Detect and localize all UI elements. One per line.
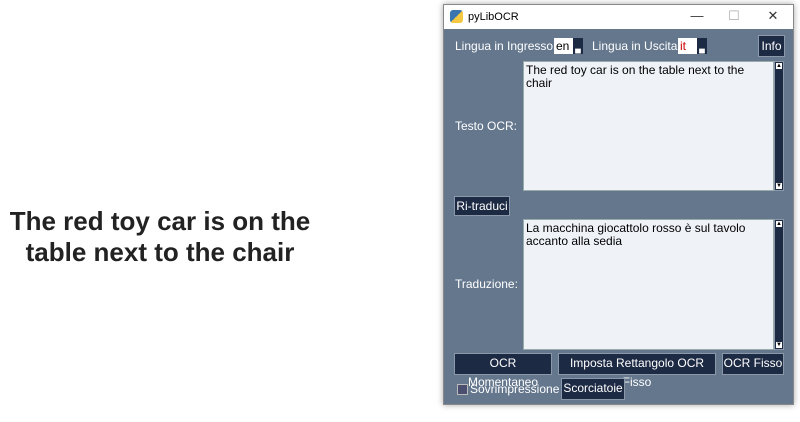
python-logo-icon — [450, 10, 463, 23]
scroll-up-icon[interactable]: ▲ — [776, 63, 782, 69]
source-image-text: The red toy car is on the table next to … — [0, 206, 320, 268]
output-language-select[interactable]: it ▄ — [678, 38, 707, 54]
translation-textarea[interactable]: La macchina giocattolo rosso è sul tavol… — [523, 219, 774, 350]
ocr-fixed-button[interactable]: OCR Fisso — [722, 353, 784, 375]
overlay-checkbox[interactable] — [457, 384, 468, 395]
maximize-button[interactable]: ☐ — [719, 8, 749, 24]
translation-label: Traduzione: — [455, 277, 518, 291]
image-text-line: The red toy car is on the — [9, 206, 311, 236]
set-fixed-rect-button[interactable]: Imposta Rettangolo OCR Fisso — [558, 353, 716, 389]
retranslate-button[interactable]: Ri-traduci — [454, 196, 510, 216]
title-bar: pyLibOCR — ☐ ✕ — [444, 5, 793, 29]
dropdown-arrow-icon: ▄ — [697, 38, 707, 54]
input-language-label: Lingua in Ingresso — [455, 39, 554, 53]
scroll-down-icon[interactable]: ▼ — [776, 342, 782, 348]
translation-scrollbar[interactable]: ▲ ▼ — [774, 219, 784, 350]
dropdown-arrow-icon: ▄ — [573, 38, 583, 54]
scroll-up-icon[interactable]: ▲ — [776, 221, 782, 227]
ocr-scrollbar[interactable]: ▲ ▼ — [774, 61, 784, 191]
minimize-button[interactable]: — — [682, 8, 712, 23]
input-language-value: en — [556, 39, 570, 53]
scroll-down-icon[interactable]: ▼ — [776, 183, 782, 189]
app-window: pyLibOCR — ☐ ✕ Lingua in Ingresso en ▄ Li… — [443, 4, 794, 405]
close-button[interactable]: ✕ — [758, 8, 788, 24]
ocr-text-label: Testo OCR: — [455, 119, 518, 133]
shortcuts-button[interactable]: Scorciatoie — [561, 378, 625, 400]
ocr-textarea[interactable]: The red toy car is on the table next to … — [523, 61, 774, 191]
image-text-line: table next to the chair — [25, 237, 295, 267]
overlay-label: Sovrimpressione — [470, 382, 560, 396]
info-button[interactable]: Info — [758, 35, 785, 57]
window-title: pyLibOCR — [468, 11, 519, 23]
output-language-value: it — [680, 39, 686, 53]
input-language-select[interactable]: en ▄ — [554, 38, 583, 54]
output-language-label: Lingua in Uscita — [592, 39, 678, 53]
ocr-momentary-button[interactable]: OCR Momentaneo — [454, 353, 552, 389]
